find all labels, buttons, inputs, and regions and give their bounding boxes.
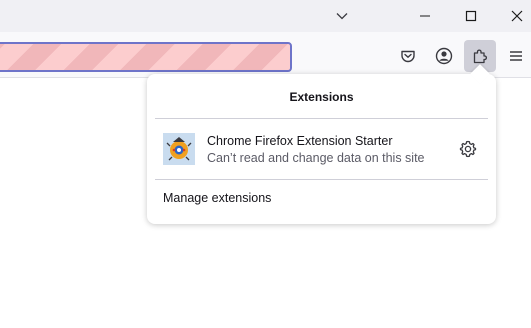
extension-item[interactable]: Chrome Firefox Extension Starter Can’t r…	[155, 124, 488, 174]
chevron-down-icon	[336, 13, 348, 20]
manage-extensions-link[interactable]: Manage extensions	[163, 191, 271, 205]
hamburger-menu-icon	[510, 51, 522, 61]
account-button[interactable]	[428, 40, 460, 72]
save-to-pocket-button[interactable]	[392, 40, 424, 72]
header-divider	[155, 118, 488, 119]
footer-divider	[155, 179, 488, 180]
panel-title: Extensions	[289, 90, 354, 104]
list-all-tabs-button[interactable]	[322, 0, 362, 32]
account-icon	[435, 47, 453, 65]
title-bar	[0, 0, 531, 32]
extension-permission-status: Can’t read and change data on this site	[207, 151, 425, 165]
close-window-button[interactable]	[497, 0, 531, 32]
application-menu-button[interactable]	[500, 40, 531, 72]
extension-logo-icon	[163, 133, 195, 165]
minimize-icon	[420, 15, 430, 17]
extensions-panel: Extensions Chrome Firefox Extension Star…	[147, 64, 496, 224]
extension-settings-button[interactable]	[457, 138, 479, 160]
puzzle-icon	[473, 49, 487, 64]
navigation-toolbar	[0, 32, 531, 78]
minimize-button[interactable]	[405, 0, 445, 32]
extension-name: Chrome Firefox Extension Starter	[207, 134, 393, 148]
close-icon	[511, 10, 523, 22]
url-bar[interactable]	[0, 42, 292, 72]
pocket-icon	[401, 50, 415, 63]
gear-icon	[459, 140, 477, 158]
maximize-button[interactable]	[451, 0, 491, 32]
maximize-icon	[465, 10, 477, 22]
